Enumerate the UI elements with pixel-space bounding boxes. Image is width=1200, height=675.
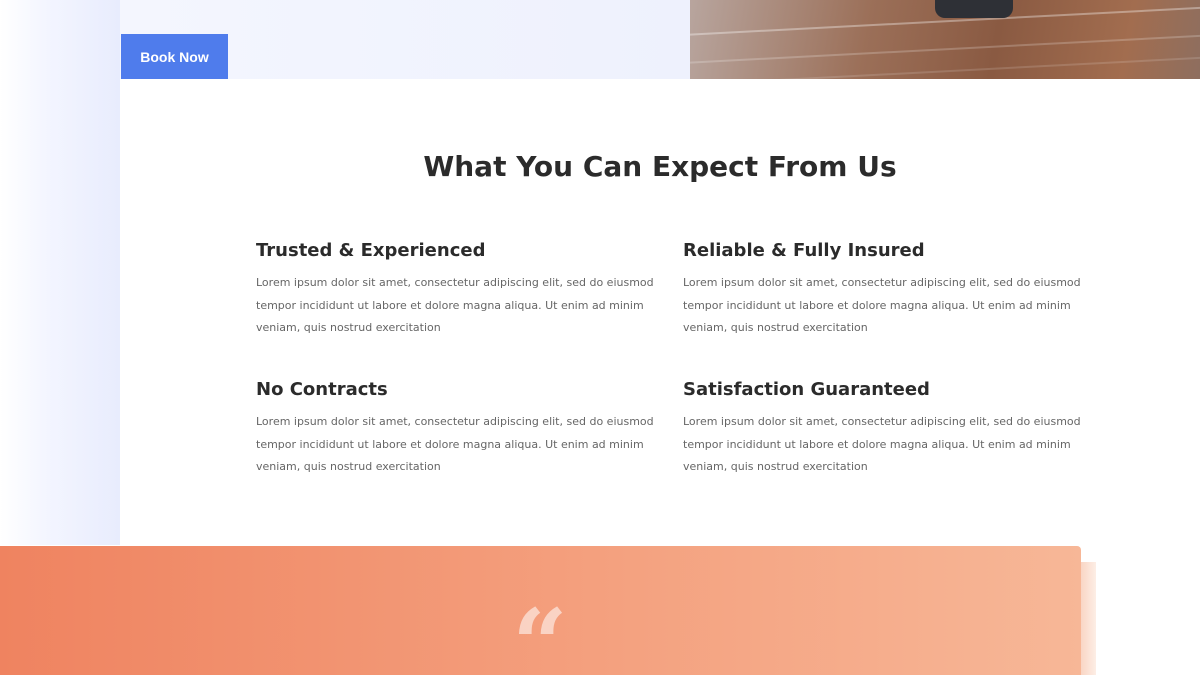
hero-photo (690, 0, 1200, 79)
quote-icon: “ (512, 588, 568, 675)
feature-title: Satisfaction Guaranteed (683, 379, 930, 400)
testimonial-shadow (1080, 562, 1096, 675)
photo-object (935, 0, 1013, 18)
feature-body: Lorem ipsum dolor sit amet, consectetur … (256, 415, 654, 473)
feature-title: Reliable & Fully Insured (683, 240, 925, 261)
feature-body: Lorem ipsum dolor sit amet, consectetur … (683, 415, 1081, 473)
feature-title: No Contracts (256, 379, 388, 400)
feature-satisfaction: Satisfaction Guaranteed Lorem ipsum dolo… (683, 379, 1083, 479)
feature-title: Trusted & Experienced (256, 240, 486, 261)
left-glow-decoration (0, 0, 120, 545)
feature-no-contracts: No Contracts Lorem ipsum dolor sit amet,… (256, 379, 656, 479)
feature-body: Lorem ipsum dolor sit amet, consectetur … (683, 276, 1081, 334)
section-title: What You Can Expect From Us (423, 150, 897, 183)
feature-reliable: Reliable & Fully Insured Lorem ipsum dol… (683, 240, 1083, 340)
feature-body: Lorem ipsum dolor sit amet, consectetur … (256, 276, 654, 334)
feature-trusted: Trusted & Experienced Lorem ipsum dolor … (256, 240, 656, 340)
book-now-button[interactable]: Book Now (121, 34, 228, 79)
